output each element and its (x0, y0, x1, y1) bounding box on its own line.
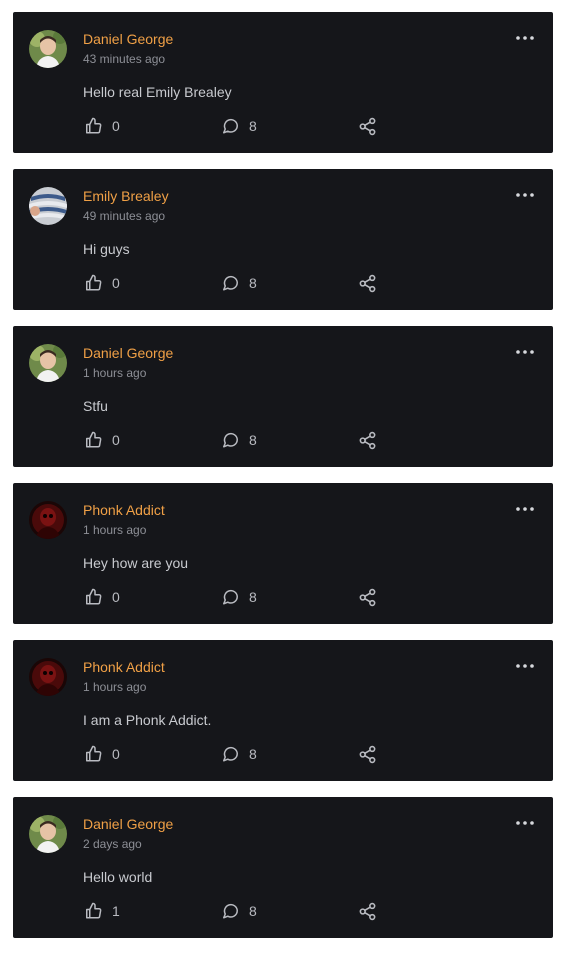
share-icon (359, 274, 376, 292)
author-name[interactable]: Emily Brealey (83, 188, 169, 204)
comment-button[interactable]: 8 (221, 901, 257, 921)
comment-count: 8 (249, 903, 257, 919)
comment-bubble-icon (223, 746, 238, 762)
comment-bubble-icon (223, 275, 238, 291)
comment-count: 8 (249, 432, 257, 448)
share-icon (359, 117, 376, 135)
like-button[interactable]: 0 (84, 587, 120, 607)
more-horizontal-icon[interactable] (515, 345, 535, 359)
more-horizontal-icon[interactable] (515, 502, 535, 516)
comment-bubble-icon (223, 903, 238, 919)
thumbs-up-icon (86, 588, 102, 605)
like-count: 0 (112, 746, 120, 762)
like-count: 0 (112, 589, 120, 605)
like-button[interactable]: 0 (84, 116, 120, 136)
share-icon (359, 431, 376, 449)
like-count: 1 (112, 903, 120, 919)
post-text: Hello world (83, 869, 153, 885)
comment-count: 8 (249, 746, 257, 762)
post-text: I am a Phonk Addict. (83, 712, 212, 728)
post-text: Stfu (83, 398, 108, 414)
avatar[interactable] (29, 658, 67, 696)
avatar[interactable] (29, 501, 67, 539)
comment-button[interactable]: 8 (221, 273, 257, 293)
thumbs-up-icon (86, 902, 102, 919)
like-count: 0 (112, 432, 120, 448)
share-icon (359, 902, 376, 920)
post-feed: Daniel George 43 minutes ago Hello real … (13, 12, 553, 954)
author-name[interactable]: Daniel George (83, 816, 173, 832)
post-text: Hey how are you (83, 555, 189, 571)
post-text: Hi guys (83, 241, 130, 257)
like-button[interactable]: 0 (84, 744, 120, 764)
share-button[interactable] (358, 744, 377, 764)
like-button[interactable]: 0 (84, 273, 120, 293)
like-count: 0 (112, 275, 120, 291)
author-name[interactable]: Daniel George (83, 345, 173, 361)
comment-count: 8 (249, 118, 257, 134)
post-timestamp: 1 hours ago (83, 680, 147, 694)
comment-button[interactable]: 8 (221, 744, 257, 764)
comment-bubble-icon (223, 589, 238, 605)
comment-bubble-icon (223, 118, 238, 134)
share-button[interactable] (358, 901, 377, 921)
post-timestamp: 1 hours ago (83, 523, 147, 537)
avatar[interactable] (29, 30, 67, 68)
share-icon (359, 588, 376, 606)
post-card: Daniel George 2 days ago Hello world 1 8 (13, 797, 553, 938)
share-button[interactable] (358, 273, 377, 293)
share-button[interactable] (358, 587, 377, 607)
post-card: Emily Brealey 49 minutes ago Hi guys 0 8 (13, 169, 553, 310)
share-icon (359, 745, 376, 763)
post-text: Hello real Emily Brealey (83, 84, 232, 100)
thumbs-up-icon (86, 745, 102, 762)
comment-button[interactable]: 8 (221, 116, 257, 136)
share-button[interactable] (358, 430, 377, 450)
more-horizontal-icon[interactable] (515, 188, 535, 202)
post-timestamp: 2 days ago (83, 837, 142, 851)
post-timestamp: 43 minutes ago (83, 52, 166, 66)
comment-button[interactable]: 8 (221, 587, 257, 607)
author-name[interactable]: Daniel George (83, 31, 173, 47)
avatar[interactable] (29, 187, 67, 225)
more-horizontal-icon[interactable] (515, 816, 535, 830)
like-button[interactable]: 0 (84, 430, 120, 450)
comment-count: 8 (249, 275, 257, 291)
post-timestamp: 1 hours ago (83, 366, 147, 380)
like-count: 0 (112, 118, 120, 134)
author-name[interactable]: Phonk Addict (83, 659, 165, 675)
like-button[interactable]: 1 (84, 901, 120, 921)
comment-bubble-icon (223, 432, 238, 448)
post-card: Phonk Addict 1 hours ago I am a Phonk Ad… (13, 640, 553, 781)
share-button[interactable] (358, 116, 377, 136)
more-horizontal-icon[interactable] (515, 31, 535, 45)
author-name[interactable]: Phonk Addict (83, 502, 165, 518)
thumbs-up-icon (86, 274, 102, 291)
thumbs-up-icon (86, 431, 102, 448)
avatar[interactable] (29, 344, 67, 382)
post-card: Phonk Addict 1 hours ago Hey how are you… (13, 483, 553, 624)
post-card: Daniel George 1 hours ago Stfu 0 8 (13, 326, 553, 467)
comment-button[interactable]: 8 (221, 430, 257, 450)
post-card: Daniel George 43 minutes ago Hello real … (13, 12, 553, 153)
comment-count: 8 (249, 589, 257, 605)
more-horizontal-icon[interactable] (515, 659, 535, 673)
thumbs-up-icon (86, 117, 102, 134)
avatar[interactable] (29, 815, 67, 853)
post-timestamp: 49 minutes ago (83, 209, 166, 223)
